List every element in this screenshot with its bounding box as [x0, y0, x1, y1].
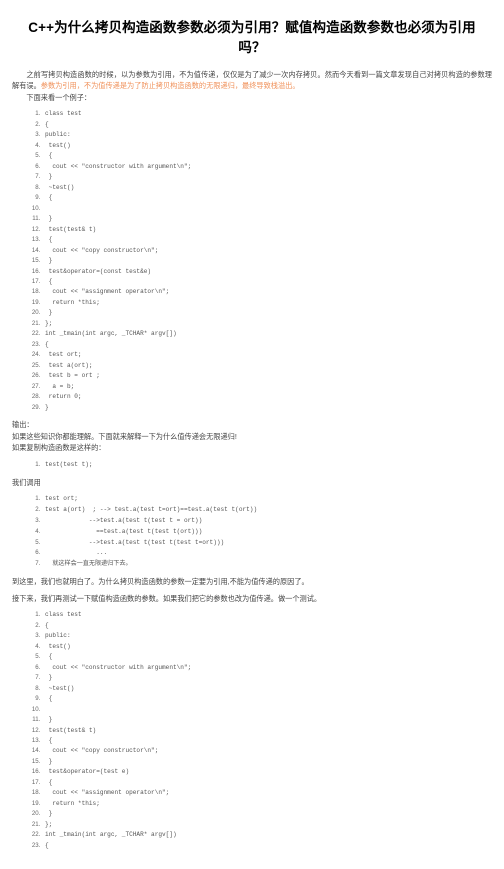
code-line: int _tmain(int argc, _TCHAR* argv[]): [42, 329, 496, 339]
code-line: a = b;: [42, 382, 496, 392]
call-label: 我们调用: [12, 477, 41, 487]
code-line: class test: [42, 109, 496, 119]
code-line: ==test.a(test t(test t(ort))): [42, 527, 496, 538]
code-block-4: class test { public: test() { cout << "c…: [8, 610, 496, 851]
code-line: public:: [42, 130, 496, 140]
code-line: }: [42, 172, 496, 182]
code-line: test(test& t): [42, 726, 496, 736]
code-line: return *this;: [42, 298, 496, 308]
intro-highlight-text: 参数为引用，不为值传递是为了防止拷贝构造函数的无限递归，最终导致栈溢出。: [40, 81, 300, 91]
code-block-1: class test { public: test() { cout << "c…: [8, 109, 496, 413]
code-line: 就这样会一直无限递归下去。: [42, 559, 496, 570]
code-line: test(): [42, 141, 496, 151]
code-line: public:: [42, 631, 496, 641]
code-line: -->test.a(test t(test t(test t=ort))): [42, 538, 496, 549]
code-line: {: [42, 120, 496, 130]
code-line: test(test& t): [42, 225, 496, 235]
code-line: {: [42, 694, 496, 704]
code-line: test a(ort) ; --> test.a(test t=ort)==te…: [42, 505, 496, 516]
code-line: {: [42, 652, 496, 662]
code-line: cout << "copy constructor\n";: [42, 746, 496, 756]
code-line: {: [42, 193, 496, 203]
code-block-3: test ort; test a(ort) ; --> test.a(test …: [8, 494, 496, 570]
intro-paragraph: 之前写拷贝构造函数的时候，以为参数为引用，不为值传递，仅仅是为了减少一次内存拷贝…: [8, 69, 496, 92]
page-title: C++为什么拷贝构造函数参数必须为引用？赋值构造函数参数也必须为引用吗？: [28, 20, 476, 56]
code-line: cout << "assignment operator\n";: [42, 788, 496, 798]
code-line: }: [42, 715, 496, 725]
explain-line-1: 如果这些知识你都能理解。下面就来解释一下为什么值传递会无限递归!: [12, 431, 237, 441]
code-line: {: [42, 736, 496, 746]
code-line: class test: [42, 610, 496, 620]
code-line: return 0;: [42, 392, 496, 402]
code-line: cout << "copy constructor\n";: [42, 246, 496, 256]
code-line: }: [42, 673, 496, 683]
output-label: 输出：: [12, 420, 34, 430]
code-line: };: [42, 319, 496, 329]
article-page: C++为什么拷贝构造函数参数必须为引用？赋值构造函数参数也必须为引用吗？ 之前写…: [0, 0, 504, 869]
code-line: int _tmain(int argc, _TCHAR* argv[]): [42, 830, 496, 840]
code-line: test&operator=(const test&e): [42, 267, 496, 277]
code-line: {: [42, 235, 496, 245]
code-line: test(): [42, 642, 496, 652]
code-line: test ort;: [42, 494, 496, 505]
code-block-2: test(test t);: [8, 460, 496, 470]
code-line: {: [42, 151, 496, 161]
code-line: [42, 705, 496, 715]
code-line: }: [42, 214, 496, 224]
code-line: ...: [42, 548, 496, 559]
code-line: cout << "constructor with argument\n";: [42, 162, 496, 172]
code-line: cout << "constructor with argument\n";: [42, 663, 496, 673]
code-line: ~test(): [42, 684, 496, 694]
code-line: }: [42, 403, 496, 413]
conclusion-paragraph: 到这里，我们也就明白了。为什么拷贝构造函数的参数一定要为引用,不能为值传递的原因…: [12, 577, 309, 587]
code-line: ~test(): [42, 183, 496, 193]
code-line: {: [42, 778, 496, 788]
code-line: {: [42, 340, 496, 350]
code-line: };: [42, 820, 496, 830]
code-line: [42, 204, 496, 214]
code-line: return *this;: [42, 799, 496, 809]
code-line: test ort;: [42, 350, 496, 360]
code-line: }: [42, 757, 496, 767]
code-line: -->test.a(test t(test t = ort)): [42, 516, 496, 527]
explain-line-2: 如果复制构造函数是这样的：: [12, 443, 106, 453]
code-line: cout << "assignment operator\n";: [42, 287, 496, 297]
code-line: test(test t);: [42, 460, 496, 470]
code-line: }: [42, 308, 496, 318]
code-line: test a(ort);: [42, 361, 496, 371]
code-line: test b = ort ;: [42, 371, 496, 381]
code-line: {: [42, 841, 496, 851]
code-line: {: [42, 621, 496, 631]
code-line: }: [42, 809, 496, 819]
code-line: {: [42, 277, 496, 287]
code-line: test&operator=(test e): [42, 767, 496, 777]
example-intro-line: 下面来看一个例子：: [26, 92, 92, 102]
next-test-paragraph: 接下来，我们再测试一下赋值构造函数的参数。如果我们把它的参数也改为值传递。做一个…: [12, 593, 322, 603]
code-line: }: [42, 256, 496, 266]
